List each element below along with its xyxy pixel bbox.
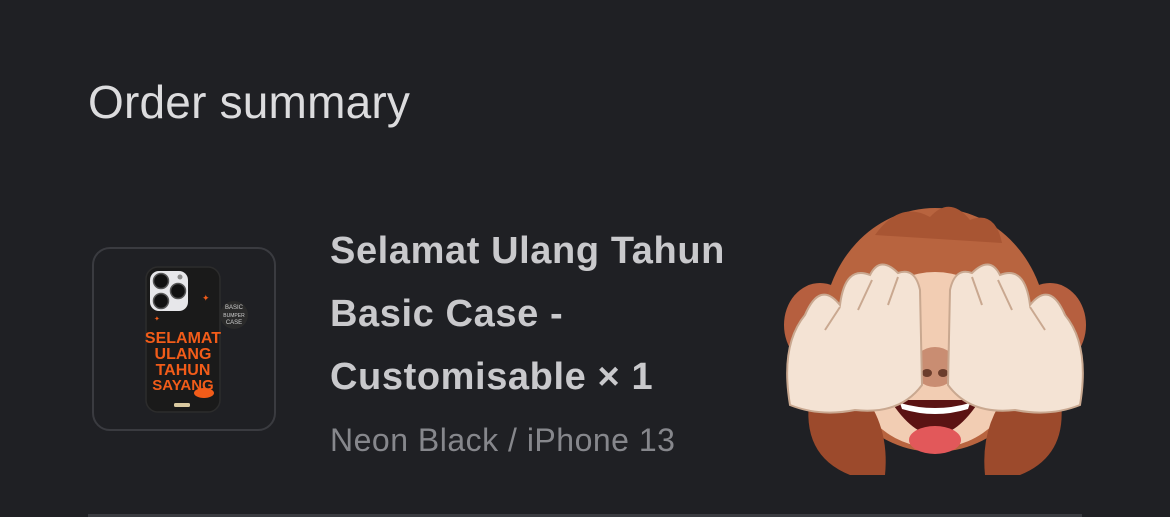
badge-line-1: BASIC (225, 305, 244, 311)
name-tag (194, 388, 214, 398)
badge-line-3: CASE (226, 320, 242, 326)
order-line-item: ✦ ✦ SELAMAT ULANG TAHUN SAYANG BASIC BUM… (0, 0, 1170, 517)
badge-line-2: BUMPER (223, 313, 245, 319)
item-title: Selamat Ulang Tahun Basic Case - Customi… (330, 230, 725, 398)
svg-text:✦: ✦ (202, 294, 210, 304)
case-art-line-1: SELAMAT (145, 330, 221, 347)
svg-text:✦: ✦ (154, 315, 160, 323)
case-art-line-2: ULANG (155, 346, 212, 363)
product-thumbnail[interactable]: ✦ ✦ SELAMAT ULANG TAHUN SAYANG BASIC BUM… (92, 247, 276, 431)
case-strap (174, 403, 190, 407)
item-variant: Neon Black / iPhone 13 (330, 422, 676, 458)
order-summary-panel: Order summary ✦ ✦ SELAMAT ULANG TAHUN SA… (0, 0, 1170, 517)
see-no-evil-monkey-icon (784, 206, 1086, 475)
phone-case-image: ✦ ✦ SELAMAT ULANG TAHUN SAYANG BASIC BUM… (145, 266, 248, 413)
